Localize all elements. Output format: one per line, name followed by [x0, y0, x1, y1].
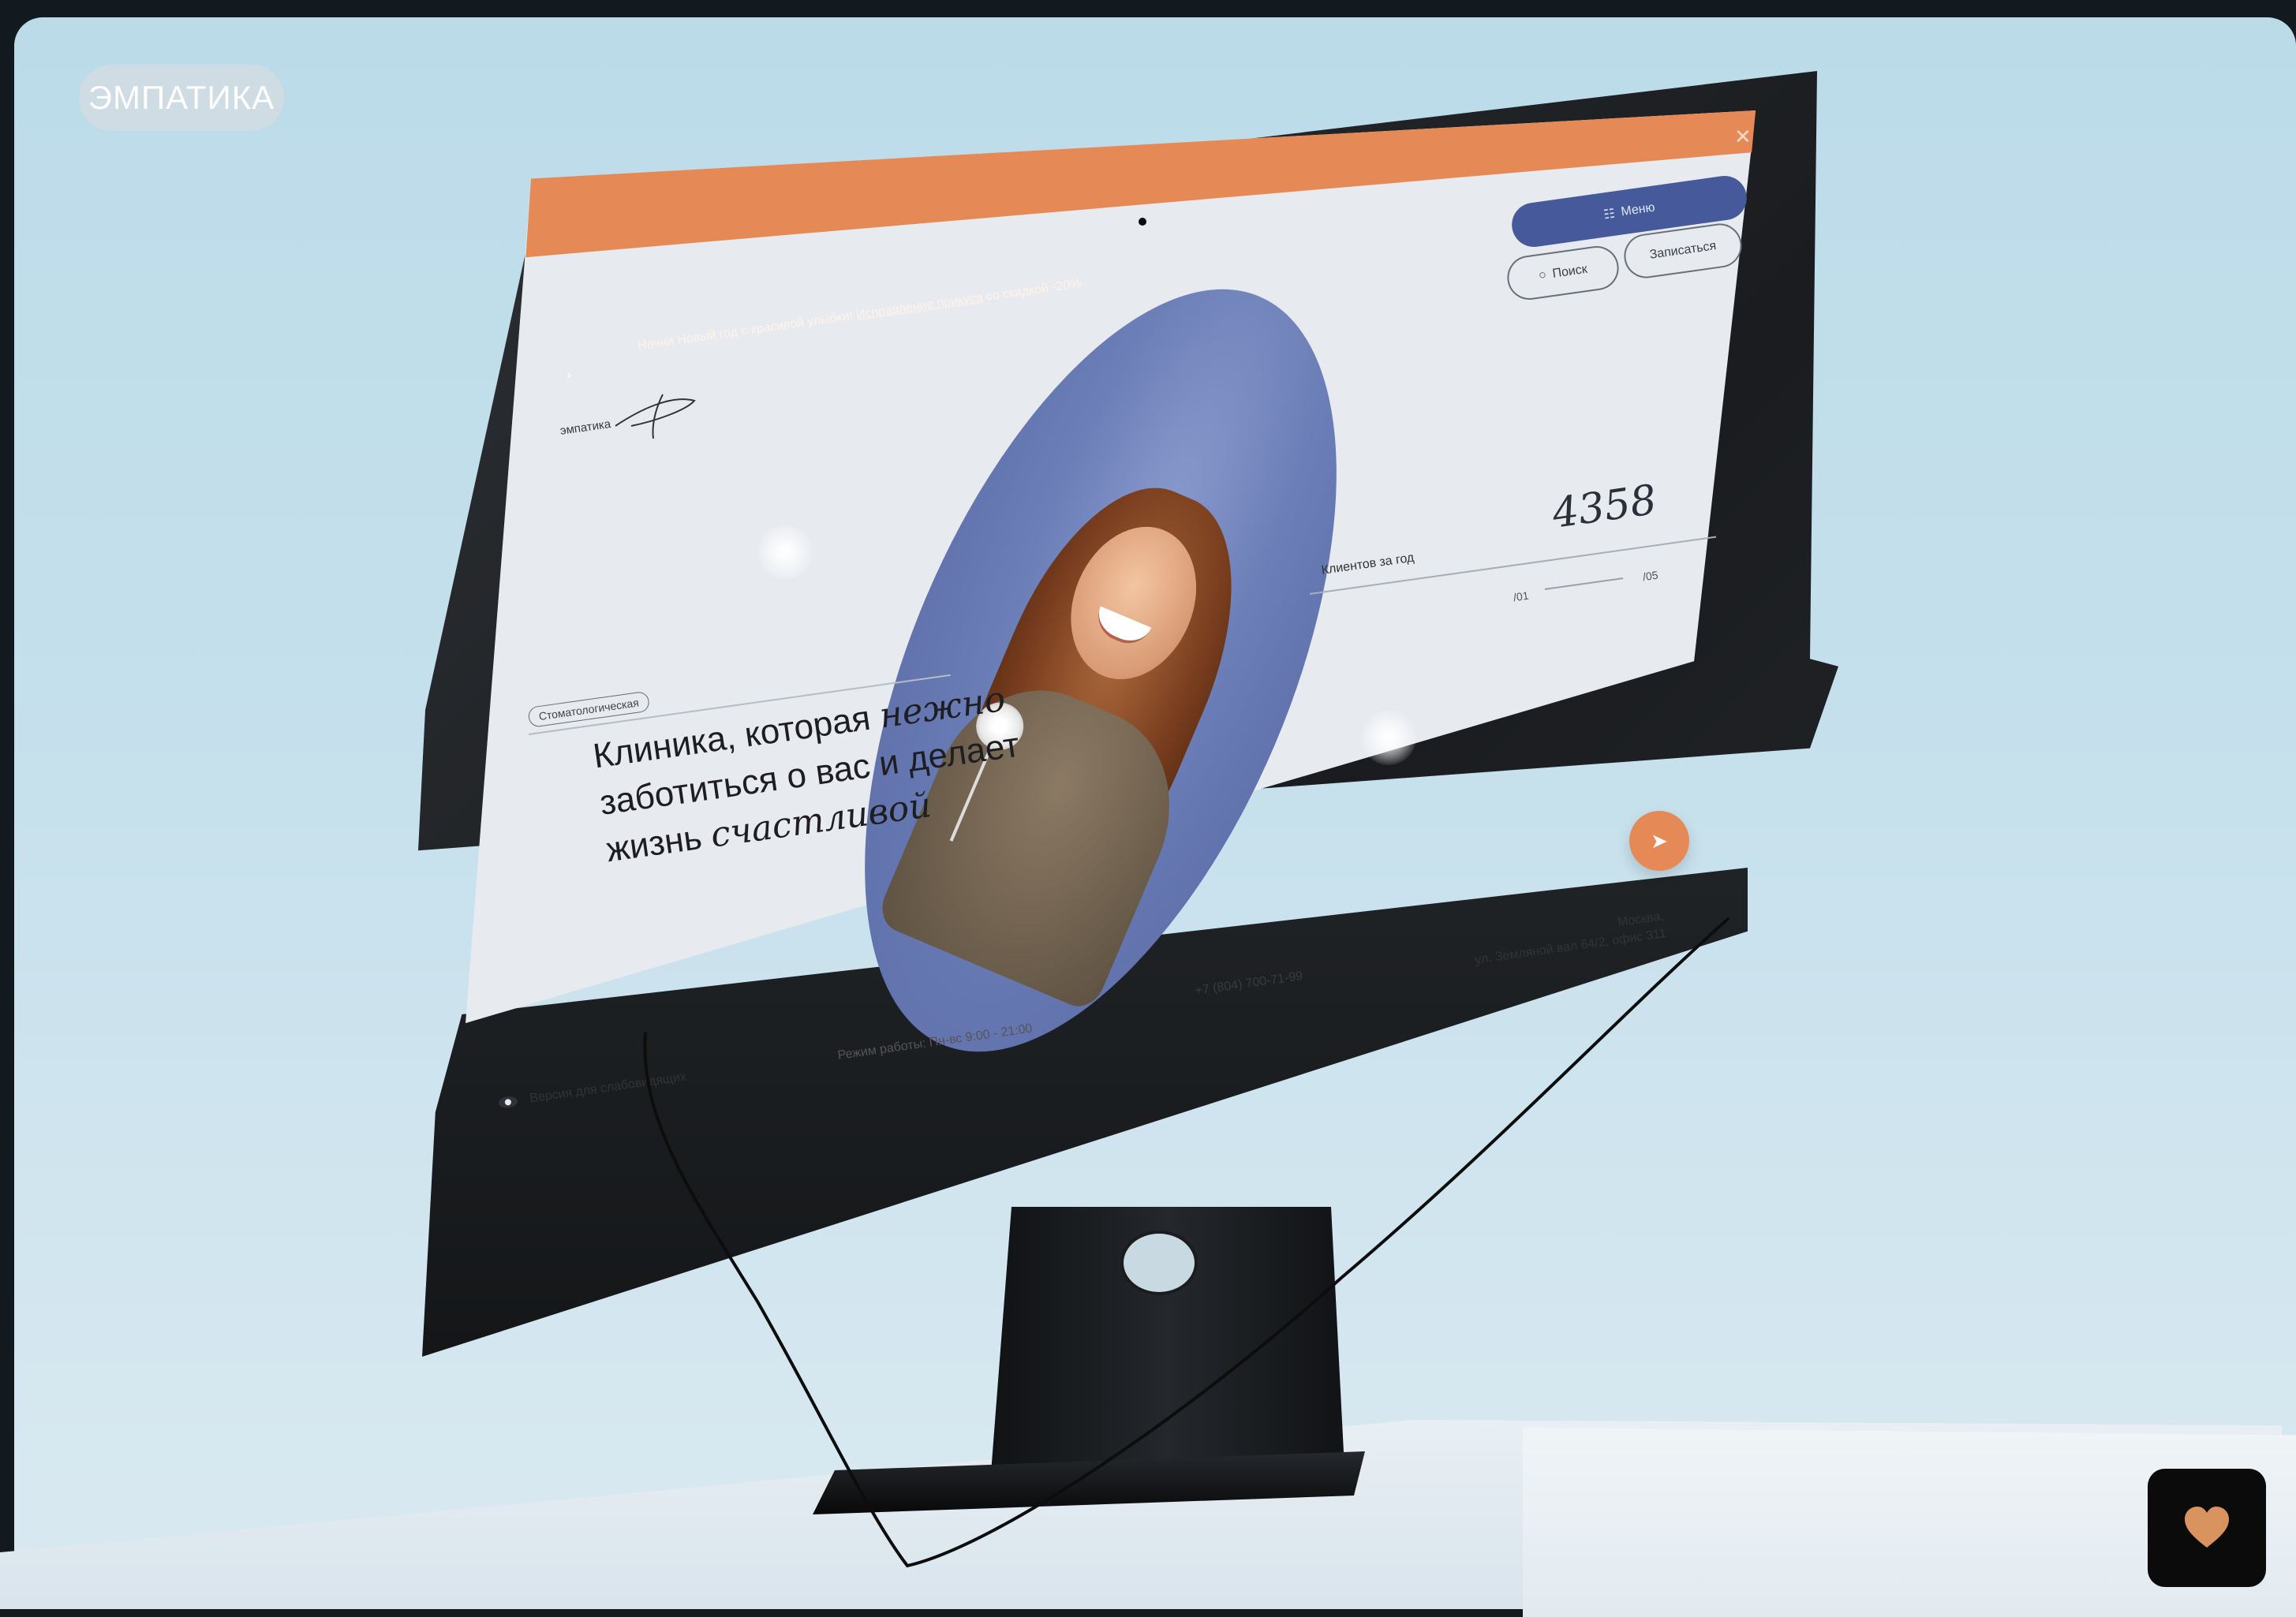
heart-icon: [2185, 1507, 2229, 1548]
send-icon: ➤: [1651, 828, 1668, 853]
brand-badge-label: ЭМПАТИКА: [88, 79, 275, 116]
eye-icon: [498, 1095, 518, 1109]
logo-icon: [615, 394, 696, 439]
webcam: [1139, 218, 1146, 226]
book-button-label: Записаться: [1648, 239, 1718, 262]
headline-part3: жизнь: [604, 817, 705, 870]
search-button-label: Поиск: [1551, 262, 1588, 281]
promo-arrow-icon[interactable]: ›: [567, 367, 571, 383]
favorite-button[interactable]: [2148, 1469, 2266, 1587]
stand-cable-hole: [1120, 1230, 1198, 1295]
slide-index-total: /05: [1641, 568, 1659, 584]
close-icon[interactable]: ✕: [1734, 125, 1752, 149]
brand-badge[interactable]: ЭМПАТИКА: [79, 65, 284, 131]
dandelion-fluff: [1361, 710, 1416, 765]
dandelion-fluff: [757, 525, 813, 580]
telegram-button[interactable]: ➤: [1629, 811, 1689, 871]
menu-button-label: Меню: [1620, 200, 1656, 219]
slide-index-current: /01: [1512, 588, 1530, 604]
menu-icon: ☷: [1602, 207, 1616, 222]
search-icon: ○: [1538, 268, 1547, 283]
